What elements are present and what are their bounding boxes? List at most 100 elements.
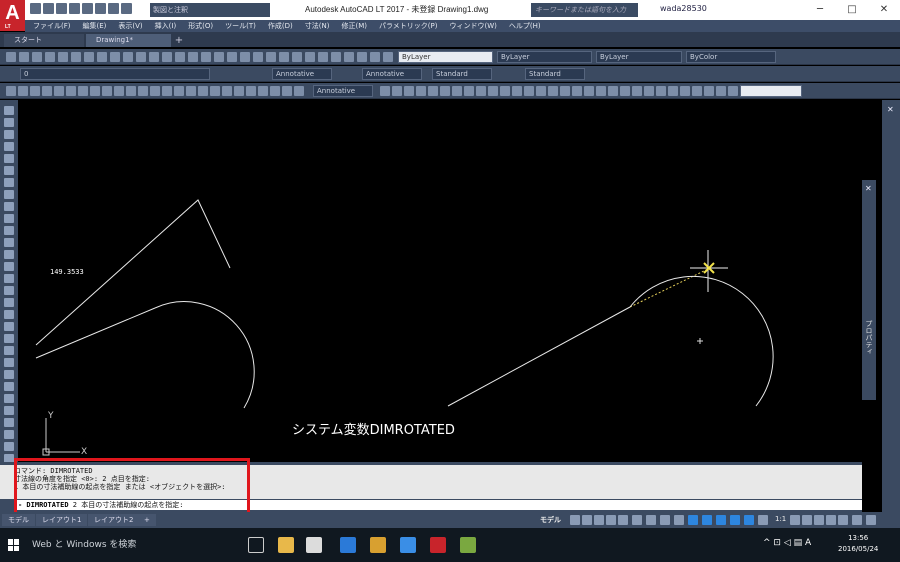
- linetype-combo[interactable]: ByLayer: [497, 51, 592, 63]
- draw-tool-icon[interactable]: [4, 274, 14, 283]
- dimension-tool-icon[interactable]: [500, 86, 510, 96]
- annotative-combo[interactable]: Annotative: [313, 85, 373, 97]
- draw-tool-icon[interactable]: [4, 214, 14, 223]
- autocad-taskbar-icon[interactable]: [430, 537, 446, 553]
- properties-palette[interactable]: ✕ プロパティ: [862, 180, 876, 400]
- tool-icon[interactable]: [123, 52, 133, 62]
- drawing-canvas[interactable]: Y X: [18, 100, 880, 462]
- tool-icon[interactable]: [97, 52, 107, 62]
- status-toggle-icon[interactable]: [826, 515, 836, 525]
- mleader-style-combo[interactable]: Standard: [525, 68, 585, 80]
- menu-item[interactable]: ファイル(F): [33, 20, 71, 32]
- dimension-tool-icon[interactable]: [476, 86, 486, 96]
- model-space-label[interactable]: モデル: [540, 515, 561, 525]
- draw-tool-icon[interactable]: [4, 106, 14, 115]
- close-button[interactable]: ✕: [868, 0, 900, 20]
- draw-tool-icon[interactable]: [4, 250, 14, 259]
- task-view-icon[interactable]: [248, 537, 264, 553]
- close-icon[interactable]: ✕: [887, 105, 894, 114]
- dimension-tool-icon[interactable]: [174, 86, 184, 96]
- menu-item[interactable]: 形式(O): [188, 20, 213, 32]
- dimension-tool-icon[interactable]: [6, 86, 16, 96]
- layer-combo[interactable]: 0: [20, 68, 210, 80]
- tab-layout2[interactable]: レイアウト2: [88, 514, 140, 526]
- tool-icon[interactable]: [149, 52, 159, 62]
- dimension-tool-icon[interactable]: [560, 86, 570, 96]
- dimension-tool-icon[interactable]: [524, 86, 534, 96]
- minimize-button[interactable]: ─: [804, 0, 836, 20]
- search-input[interactable]: キーワードまたは語句を入力: [531, 3, 638, 17]
- save-icon[interactable]: [56, 3, 67, 14]
- dimension-tool-icon[interactable]: [234, 86, 244, 96]
- draw-tool-icon[interactable]: [4, 394, 14, 403]
- dimension-tool-icon[interactable]: [452, 86, 462, 96]
- status-toggle-icon[interactable]: [632, 515, 642, 525]
- annotation-scale[interactable]: 1:1: [775, 515, 786, 523]
- status-toggle-icon[interactable]: [688, 515, 698, 525]
- tool-icon[interactable]: [84, 52, 94, 62]
- dimension-tool-icon[interactable]: [704, 86, 714, 96]
- ie-icon[interactable]: [400, 537, 416, 553]
- status-toggle-icon[interactable]: [674, 515, 684, 525]
- menu-item[interactable]: 修正(M): [341, 20, 367, 32]
- draw-tool-icon[interactable]: [4, 358, 14, 367]
- draw-tool-icon[interactable]: [4, 166, 14, 175]
- system-tray[interactable]: ^ ⊡ ◁ ▤ A: [763, 538, 811, 548]
- dimension-tool-icon[interactable]: [102, 86, 112, 96]
- dimension-tool-icon[interactable]: [716, 86, 726, 96]
- new-icon[interactable]: [30, 3, 41, 14]
- status-toggle-icon[interactable]: [646, 515, 656, 525]
- tool-icon[interactable]: [305, 52, 315, 62]
- dimension-tool-icon[interactable]: [632, 86, 642, 96]
- app-icon[interactable]: [460, 537, 476, 553]
- draw-tool-icon[interactable]: [4, 226, 14, 235]
- tool-icon[interactable]: [383, 52, 393, 62]
- draw-tool-icon[interactable]: [4, 322, 14, 331]
- dimension-tool-icon[interactable]: [294, 86, 304, 96]
- status-toggle-icon[interactable]: [702, 515, 712, 525]
- menu-item[interactable]: ヘルプ(H): [509, 20, 541, 32]
- tab-layout1[interactable]: レイアウト1: [36, 514, 88, 526]
- tool-icon[interactable]: [175, 52, 185, 62]
- dimension-tool-icon[interactable]: [656, 86, 666, 96]
- draw-tool-icon[interactable]: [4, 238, 14, 247]
- undo-icon[interactable]: [95, 3, 106, 14]
- redo-icon[interactable]: [108, 3, 119, 14]
- draw-tool-icon[interactable]: [4, 310, 14, 319]
- dimension-tool-icon[interactable]: [488, 86, 498, 96]
- taskbar-search-box[interactable]: Web と Windows を検索: [30, 528, 245, 562]
- dimension-tool-icon[interactable]: [392, 86, 402, 96]
- draw-tool-icon[interactable]: [4, 142, 14, 151]
- menu-item[interactable]: パラメトリック(P): [379, 20, 437, 32]
- dimension-tool-icon[interactable]: [186, 86, 196, 96]
- table-style-combo[interactable]: Standard: [432, 68, 492, 80]
- dimension-tool-icon[interactable]: [210, 86, 220, 96]
- open-icon[interactable]: [43, 3, 54, 14]
- draw-tool-icon[interactable]: [4, 334, 14, 343]
- dimension-tool-icon[interactable]: [198, 86, 208, 96]
- draw-tool-icon[interactable]: [4, 118, 14, 127]
- tool-icon[interactable]: [45, 52, 55, 62]
- status-toggle-icon[interactable]: [730, 515, 740, 525]
- status-toggle-icon[interactable]: [660, 515, 670, 525]
- tool-icon[interactable]: [370, 52, 380, 62]
- windows-start-icon[interactable]: [8, 539, 20, 551]
- status-toggle-icon[interactable]: [570, 515, 580, 525]
- tool-icon[interactable]: [240, 52, 250, 62]
- dimension-tool-icon[interactable]: [668, 86, 678, 96]
- tool-icon[interactable]: [201, 52, 211, 62]
- dimension-tool-icon[interactable]: [66, 86, 76, 96]
- store-icon[interactable]: [306, 537, 322, 553]
- status-toggle-icon[interactable]: [758, 515, 768, 525]
- dimension-tool-icon[interactable]: [18, 86, 28, 96]
- dimension-tool-icon[interactable]: [464, 86, 474, 96]
- menu-item[interactable]: 編集(E): [83, 20, 107, 32]
- media-icon[interactable]: [370, 537, 386, 553]
- dimension-tool-icon[interactable]: [572, 86, 582, 96]
- tool-icon[interactable]: [318, 52, 328, 62]
- new-tab-button[interactable]: +: [173, 35, 185, 46]
- maximize-button[interactable]: □: [836, 0, 868, 20]
- draw-tool-icon[interactable]: [4, 430, 14, 439]
- dimension-tool-icon[interactable]: [596, 86, 606, 96]
- dimension-tool-icon[interactable]: [42, 86, 52, 96]
